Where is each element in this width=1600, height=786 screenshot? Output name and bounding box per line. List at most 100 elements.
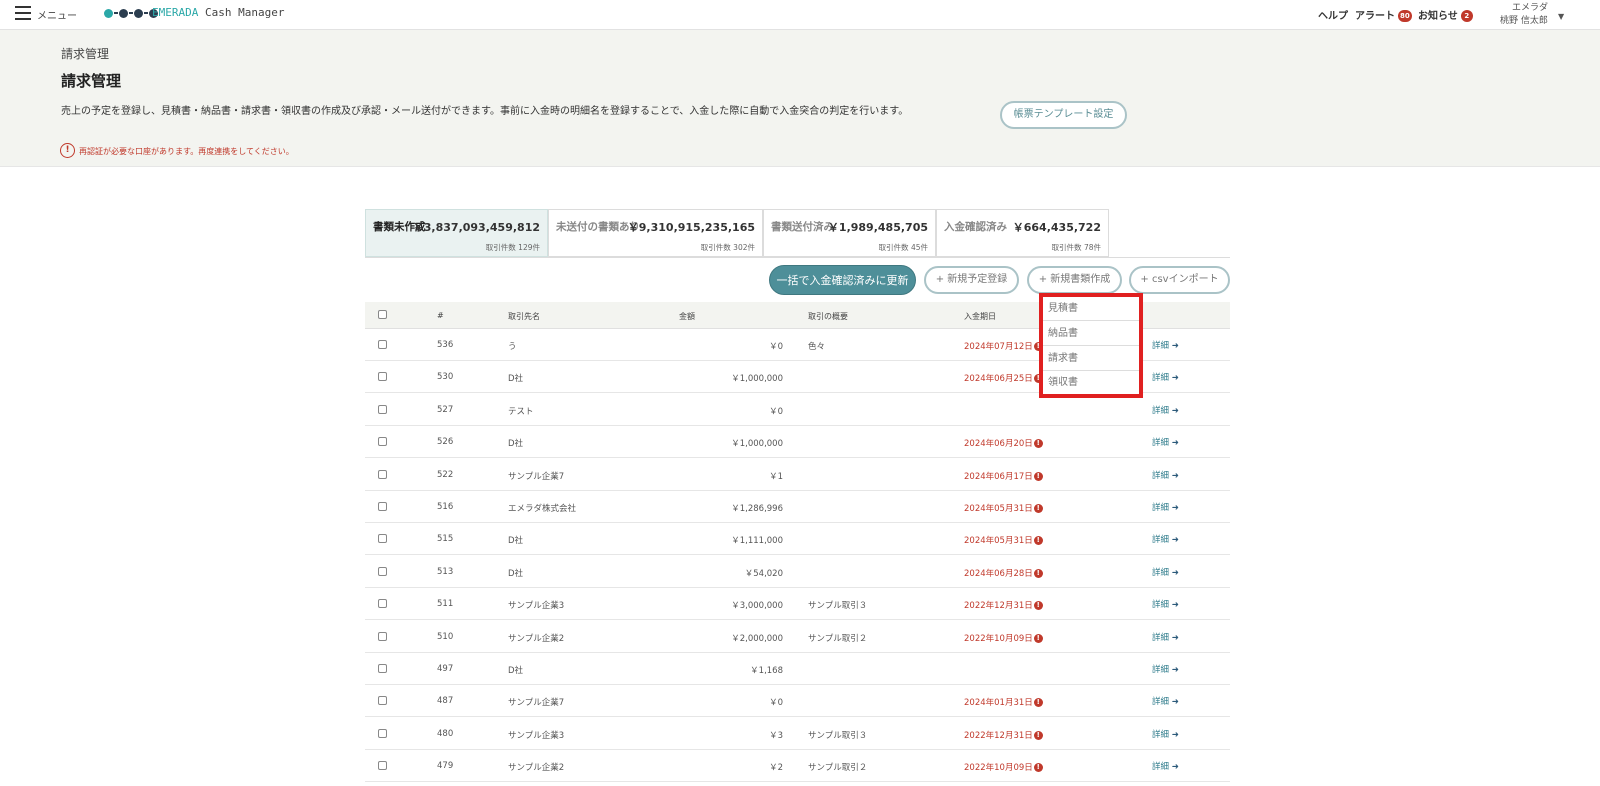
bulk-confirm-payment-button[interactable]: 一括で入金確認済みに更新 — [769, 265, 916, 295]
row-client: D社 — [508, 666, 524, 676]
detail-link[interactable]: 詳細 ➜ — [1152, 598, 1179, 610]
detail-link[interactable]: 詳細 ➜ — [1152, 436, 1179, 448]
row-client: サンプル企業7 — [508, 471, 565, 482]
row-checkbox[interactable] — [378, 664, 387, 673]
row-due-date: 2022年12月31日! — [964, 729, 1043, 741]
select-all-checkbox[interactable] — [378, 310, 387, 319]
help-link[interactable]: ヘルプ — [1318, 7, 1348, 22]
detail-link[interactable]: 詳細 ➜ — [1152, 695, 1179, 707]
table-row[interactable]: 480 サンプル企業3 ￥3 サンプル取引３ 2022年12月31日! 詳細 ➜ — [365, 717, 1230, 750]
tab-payment-confirmed[interactable]: 入金確認済み ￥664,435,722 取引件数 78件 — [936, 209, 1109, 257]
detail-link[interactable]: 詳細 ➜ — [1152, 469, 1179, 481]
row-checkbox[interactable] — [378, 502, 387, 511]
arrow-right-icon: ➜ — [1171, 632, 1179, 643]
detail-link[interactable]: 詳細 ➜ — [1152, 404, 1179, 416]
arrow-right-icon: ➜ — [1171, 373, 1179, 384]
notice-link[interactable]: お知らせ 2 — [1418, 7, 1473, 22]
caret-down-icon[interactable]: ▼ — [1558, 12, 1564, 21]
tab-sent[interactable]: 書類送付済み ￥1,989,485,705 取引件数 45件 — [763, 209, 936, 257]
breadcrumb[interactable]: 請求管理 — [61, 45, 109, 62]
detail-label: 詳細 — [1152, 665, 1170, 675]
tab-count: 取引件数 129件 — [485, 243, 540, 252]
detail-link[interactable]: 詳細 ➜ — [1152, 339, 1179, 351]
row-checkbox[interactable] — [378, 566, 387, 576]
row-amount: ￥1,000,000 — [731, 374, 783, 385]
row-checkbox[interactable] — [378, 404, 387, 414]
overdue-alert-icon: ! — [1033, 568, 1043, 578]
new-document-button[interactable]: + 新規書類作成 — [1027, 266, 1122, 294]
tab-label: 入金確認済み — [944, 221, 1007, 233]
reauth-warning[interactable]: 再認証が必要な口座があります。再度連携をしてください。 — [79, 146, 294, 157]
tab-count: 取引件数 45件 — [878, 243, 928, 252]
user-org[interactable]: エメラダ — [1512, 0, 1548, 13]
table-row[interactable]: 511 サンプル企業3 ￥3,000,000 サンプル取引３ 2022年12月31日! 詳… — [365, 588, 1230, 621]
detail-label: 詳細 — [1152, 405, 1170, 416]
emerada-logo-icon[interactable] — [104, 7, 159, 19]
table-row[interactable]: 510 サンプル企業2 ￥2,000,000 サンプル取引２ 2022年10月09日! 詳… — [365, 620, 1230, 653]
arrow-right-icon: ➜ — [1171, 567, 1179, 578]
table-row[interactable]: 526 D社 ￥1,000,000 2024年06月20日! 詳細 ➜ — [365, 426, 1230, 459]
menu-label[interactable]: メニュー — [37, 7, 77, 22]
detail-link[interactable]: 詳細 ➜ — [1152, 566, 1179, 578]
brand-prefix: EMERADA — [152, 6, 199, 19]
new-schedule-button[interactable]: + 新規予定登録 — [924, 266, 1019, 294]
row-summary: 色々 — [808, 342, 826, 352]
row-client: D社 — [508, 568, 524, 579]
row-due-date: 2024年06月20日! — [964, 437, 1043, 449]
arrow-right-icon: ➜ — [1171, 341, 1179, 351]
page-header: 請求管理 請求管理 売上の予定を登録し、見積書・納品書・請求書・領収書の作成及び… — [0, 30, 1600, 167]
row-id: 511 — [437, 599, 454, 610]
csv-import-button[interactable]: + csvインポート — [1129, 266, 1230, 294]
user-name[interactable]: 桃野 信太郎 — [1500, 13, 1548, 26]
row-checkbox[interactable] — [378, 631, 387, 641]
row-checkbox[interactable] — [378, 437, 387, 447]
row-checkbox[interactable] — [378, 599, 387, 609]
detail-link[interactable]: 詳細 ➜ — [1152, 501, 1179, 513]
detail-link[interactable]: 詳細 ➜ — [1152, 533, 1179, 545]
row-checkbox[interactable] — [378, 372, 387, 382]
detail-link[interactable]: 詳細 ➜ — [1152, 760, 1179, 772]
row-amount: ￥1,000,000 — [731, 439, 783, 450]
alert-count-badge: 80 — [1398, 10, 1412, 22]
template-settings-button[interactable]: 帳票テンプレート設定 — [1000, 101, 1127, 129]
arrow-right-icon: ➜ — [1171, 438, 1179, 449]
row-checkbox[interactable] — [378, 728, 387, 738]
row-checkbox[interactable] — [378, 696, 387, 706]
hamburger-menu-icon[interactable] — [15, 6, 31, 20]
row-due-date-text: 2024年06月20日 — [964, 439, 1033, 450]
overdue-alert-icon: ! — [1033, 633, 1043, 643]
detail-link[interactable]: 詳細 ➜ — [1152, 663, 1179, 675]
row-due-date-text: 2024年06月25日 — [964, 374, 1033, 385]
row-checkbox[interactable] — [378, 469, 387, 479]
row-checkbox[interactable] — [378, 534, 387, 544]
detail-link[interactable]: 詳細 ➜ — [1152, 371, 1179, 383]
row-checkbox[interactable] — [378, 340, 387, 349]
row-amount: ￥3,000,000 — [731, 601, 783, 612]
table-row[interactable]: 522 サンプル企業7 ￥1 2024年06月17日! 詳細 ➜ — [365, 458, 1230, 491]
brand-name[interactable]: EMERADA Cash Manager — [152, 6, 284, 19]
row-due-date: 2024年06月28日! — [964, 567, 1043, 579]
table-row[interactable]: 515 D社 ￥1,111,000 2024年05月31日! 詳細 ➜ — [365, 523, 1230, 556]
tab-unsent[interactable]: 未送付の書類あり ￥9,310,915,235,165 取引件数 302件 — [548, 209, 763, 257]
row-id: 527 — [437, 404, 454, 415]
table-row[interactable]: 479 サンプル企業2 ￥2 サンプル取引２ 2022年10月09日! 詳細 ➜ — [365, 750, 1230, 783]
row-summary: サンプル取引２ — [808, 763, 868, 774]
detail-label: 詳細 — [1152, 697, 1170, 708]
arrow-right-icon: ➜ — [1171, 405, 1179, 416]
row-client: サンプル企業3 — [508, 730, 565, 741]
row-checkbox[interactable] — [378, 761, 387, 771]
row-due-date: 2022年12月31日! — [964, 599, 1043, 611]
column-header-summary: 取引の概要 — [808, 312, 848, 321]
detail-link[interactable]: 詳細 ➜ — [1152, 631, 1179, 643]
row-client: D社 — [508, 536, 524, 547]
detail-link[interactable]: 詳細 ➜ — [1152, 728, 1179, 740]
table-row[interactable]: 513 D社 ￥54,020 2024年06月28日! 詳細 ➜ — [365, 555, 1230, 588]
table-row[interactable]: 516 エメラダ株式会社 ￥1,286,996 2024年05月31日! 詳細 ➜ — [365, 491, 1230, 523]
alert-link[interactable]: アラート 80 — [1355, 7, 1412, 22]
tab-label: 書類送付済み — [771, 221, 834, 233]
table-row[interactable]: 487 サンプル企業7 ￥0 2024年01月31日! 詳細 ➜ — [365, 685, 1230, 718]
table-row[interactable]: 497 D社 ￥1,168 詳細 ➜ — [365, 653, 1230, 685]
row-due-date-text: 2022年12月31日 — [964, 730, 1033, 741]
tab-uncreated[interactable]: 書類未作成 ￥3,837,093,459,812 取引件数 129件 — [365, 209, 548, 257]
table-row[interactable]: 527 テスト ￥0 詳細 ➜ — [365, 393, 1230, 426]
